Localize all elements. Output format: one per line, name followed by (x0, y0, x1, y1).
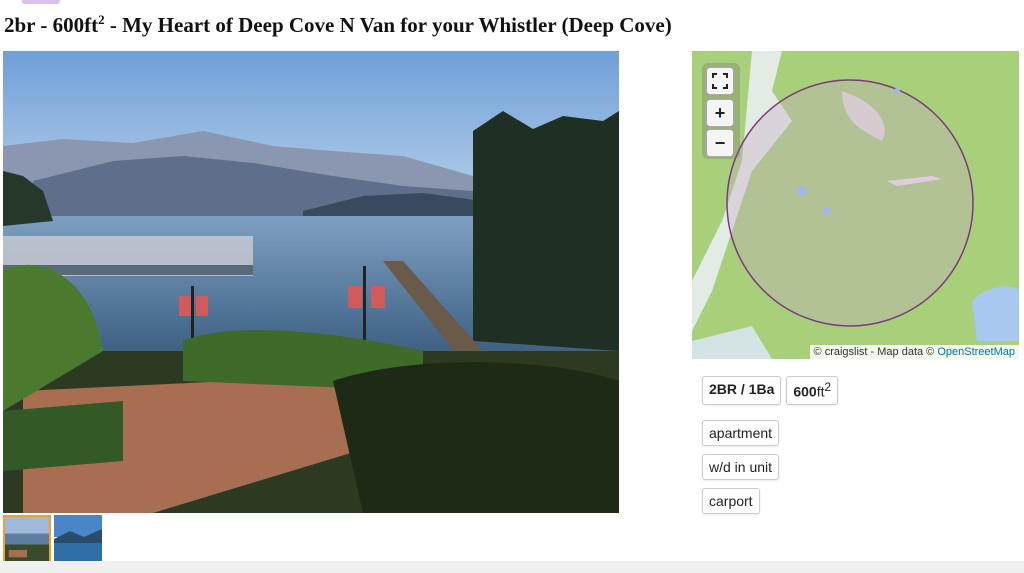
thumbnail-2-image (54, 515, 102, 563)
primary-attributes: 2BR / 1Ba 600ft2 (702, 376, 838, 405)
top-tab-indicator (22, 0, 60, 4)
attribute-tags: apartment w/d in unit carport (702, 420, 780, 514)
lake-photo-image (3, 51, 619, 513)
thumbnail-1-image (5, 517, 49, 561)
map-tiles (692, 51, 1019, 359)
zoom-out-button[interactable]: − (706, 129, 734, 157)
thumbnail-1[interactable] (3, 515, 51, 563)
fullscreen-button[interactable] (706, 67, 734, 95)
sqft-value: 600 (793, 384, 816, 400)
title-prefix: 2br - 600ft (4, 13, 99, 37)
sqft-number: 600 (793, 383, 817, 400)
thumbnail-strip (3, 515, 102, 563)
tag-wd-in-unit: w/d in unit (702, 454, 780, 480)
map-attribution: © craigslist - Map data © OpenStreetMap (809, 345, 1019, 359)
bedbath-value: 2BR / 1Ba (709, 381, 775, 397)
bottom-scroll-edge (0, 561, 1024, 573)
sqft-attribute: 600ft2 (786, 376, 838, 405)
main-photo[interactable] (3, 51, 619, 513)
title-location: (Deep Cove) (556, 13, 672, 37)
attribution-text: © craigslist - Map data © (813, 346, 938, 358)
sqft-sup: 2 (824, 381, 831, 394)
fullscreen-icon (712, 73, 728, 89)
tag-carport: carport (702, 488, 760, 514)
sqft-unit: ft (816, 383, 825, 400)
openstreetmap-link[interactable]: OpenStreetMap (937, 346, 1015, 358)
posting-title: 2br - 600ft2 - My Heart of Deep Cove N V… (4, 12, 672, 38)
tag-apartment: apartment (702, 420, 780, 446)
bedbath-attribute: 2BR / 1Ba (702, 376, 782, 405)
location-map[interactable]: + − © craigslist - Map data © OpenStreet… (692, 51, 1019, 359)
thumbnail-2[interactable] (54, 515, 102, 563)
zoom-in-button[interactable]: + (706, 99, 734, 127)
title-rest: - My Heart of Deep Cove N Van for your W… (104, 13, 557, 37)
